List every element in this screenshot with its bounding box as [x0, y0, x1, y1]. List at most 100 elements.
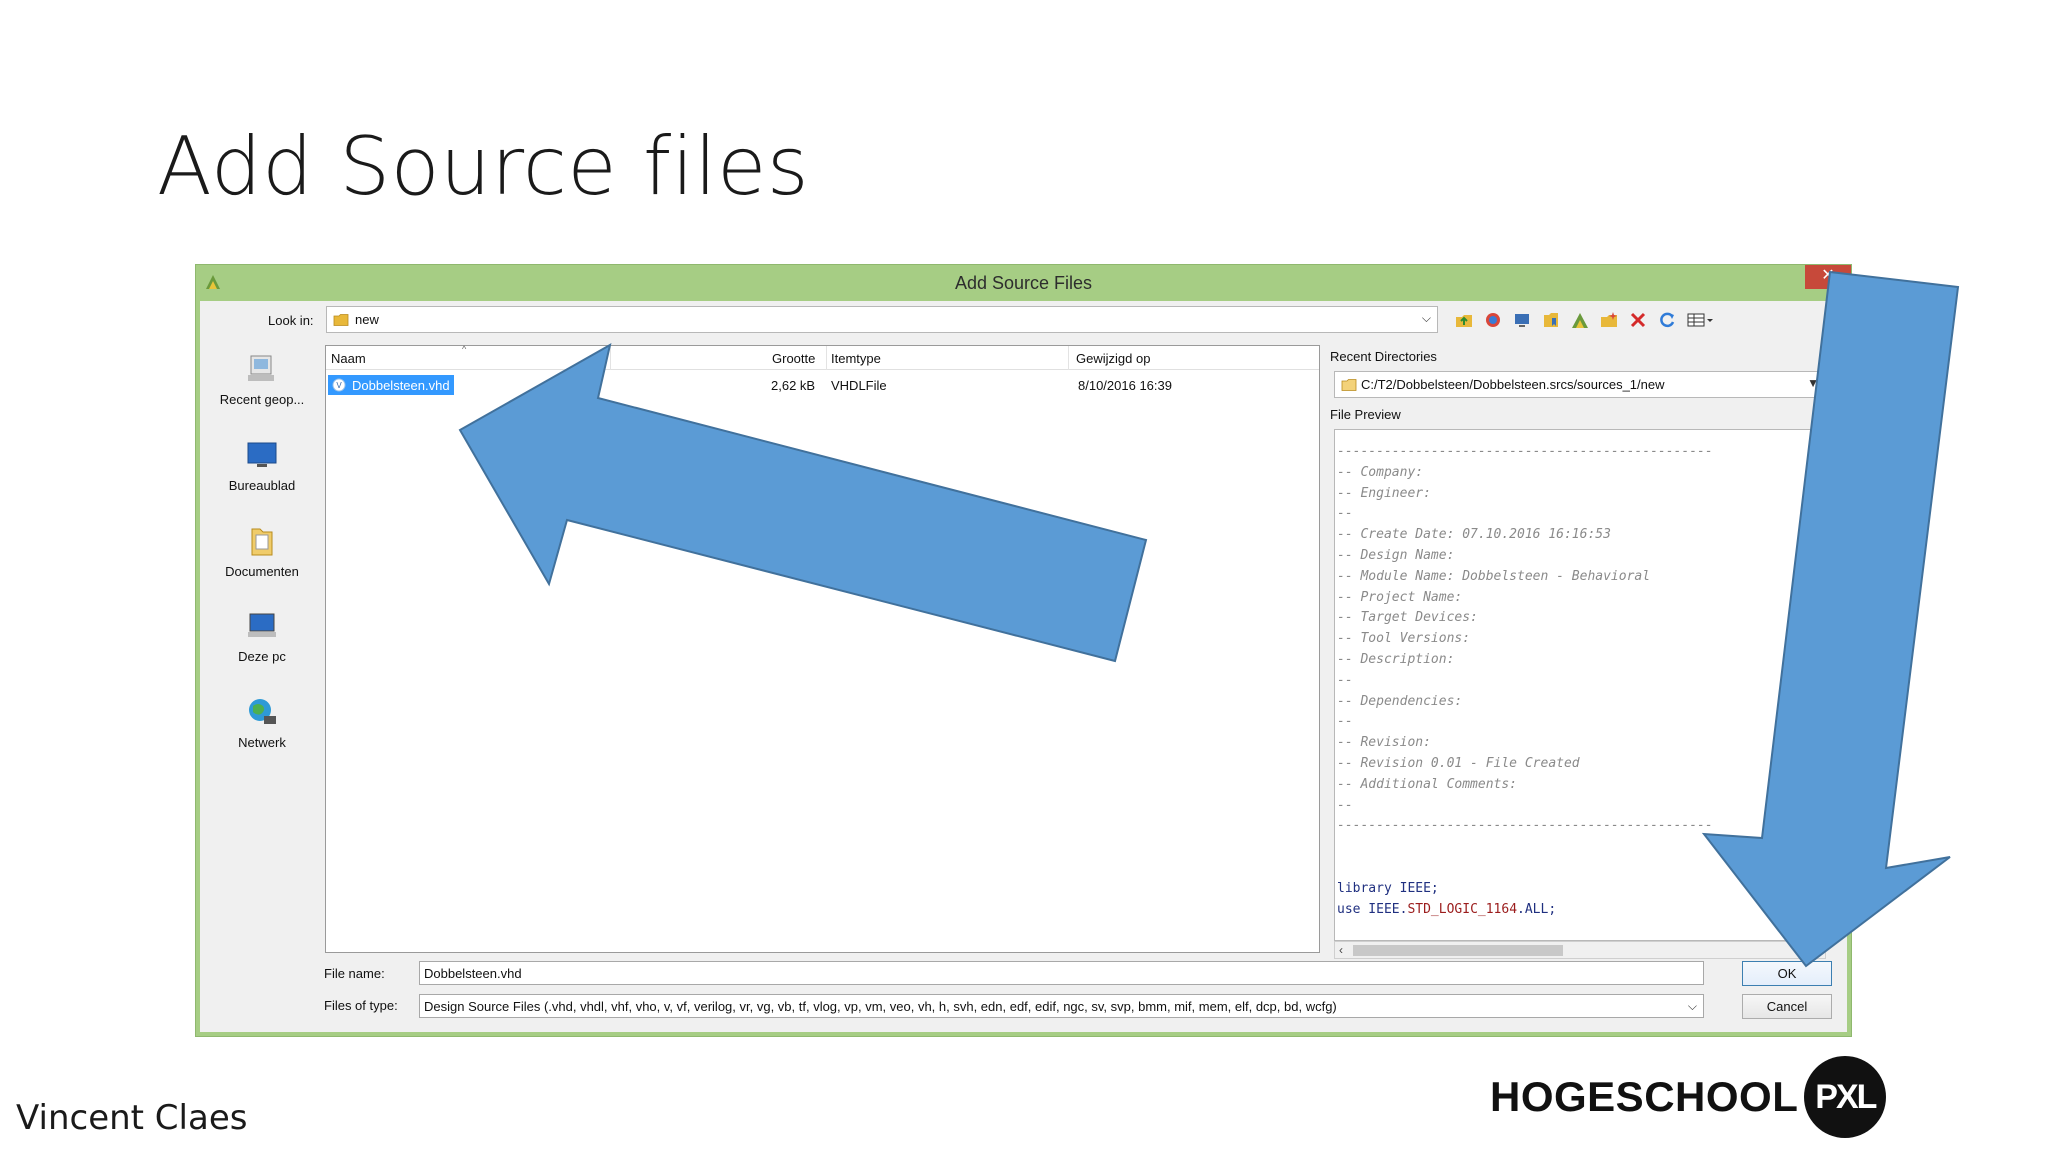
- toolbar: [1453, 307, 1715, 333]
- network-icon: [249, 699, 276, 724]
- vivado-icon[interactable]: [1569, 309, 1591, 331]
- preview-code: ----------------------------------------…: [1337, 442, 1713, 920]
- file-row[interactable]: V Dobbelsteen.vhd 2,62 kB VHDLFile 8/10/…: [326, 375, 1319, 395]
- author-name: Vincent Claes: [16, 1098, 248, 1138]
- recent-places-icon: [248, 355, 274, 381]
- column-separator: [610, 346, 611, 370]
- desktop-icon: [247, 442, 277, 467]
- refresh-icon[interactable]: [1656, 309, 1678, 331]
- preview-line: -- Company:: [1337, 464, 1424, 480]
- code-line-library: library IEEE;: [1337, 880, 1439, 896]
- ok-button[interactable]: OK: [1742, 961, 1832, 986]
- svg-text:V: V: [336, 381, 342, 390]
- cancel-button[interactable]: Cancel: [1742, 994, 1832, 1019]
- folder-icon: [1341, 378, 1357, 391]
- preview-line: -- Target Devices:: [1337, 610, 1478, 626]
- slide-title: Add Source files: [157, 120, 810, 213]
- preview-line: -- Tool Versions:: [1337, 631, 1471, 647]
- files-of-type-label: Files of type:: [324, 998, 398, 1013]
- file-name-field[interactable]: Dobbelsteen.vhd: [419, 961, 1704, 985]
- place-recent[interactable]: Recent geop...: [206, 353, 318, 407]
- recent-directory-value: C:/T2/Dobbelsteen/Dobbelsteen.srcs/sourc…: [1361, 377, 1665, 392]
- preview-line: -- Design Name:: [1337, 547, 1455, 563]
- place-label: Documenten: [225, 564, 299, 579]
- column-size[interactable]: Grootte: [772, 351, 815, 366]
- desktop-icon[interactable]: [1511, 309, 1533, 331]
- view-menu-icon[interactable]: [1685, 309, 1715, 331]
- file-list[interactable]: Naam ^ Grootte Itemtype Gewijzigd op V D…: [325, 344, 1320, 953]
- look-in-label: Look in:: [268, 313, 314, 328]
- preview-line: -- Revision 0.01 - File Created: [1337, 755, 1580, 771]
- preview-line: --: [1337, 672, 1353, 688]
- chevron-down-icon: ⌵: [1421, 311, 1431, 325]
- column-modified[interactable]: Gewijzigd op: [1076, 351, 1150, 366]
- logo-badge: PXL: [1804, 1056, 1887, 1138]
- new-folder-icon[interactable]: [1598, 309, 1620, 331]
- preview-line: ----------------------------------------…: [1337, 818, 1713, 834]
- file-preview[interactable]: ----------------------------------------…: [1334, 429, 1826, 941]
- this-pc-icon: [248, 613, 276, 637]
- file-size: 2,62 kB: [771, 378, 816, 393]
- place-label: Deze pc: [238, 649, 286, 664]
- column-separator: [1068, 346, 1069, 370]
- preview-line: ----------------------------------------…: [1337, 444, 1713, 459]
- place-this-pc[interactable]: Deze pc: [206, 610, 318, 664]
- dialog-title: Add Source Files: [954, 273, 1093, 293]
- file-type: VHDLFile: [831, 378, 887, 393]
- file-name-label: File name:: [324, 966, 385, 981]
- code-line-use-highlight: STD_LOGIC_1164: [1407, 901, 1518, 917]
- vhdl-file-icon: V: [332, 378, 346, 392]
- code-line-use-suffix: .ALL;: [1517, 901, 1557, 917]
- preview-line: -- Description:: [1337, 651, 1455, 667]
- add-source-files-dialog: Add Source Files ✕ Look in: new ⌵ Recent…: [195, 264, 1852, 1037]
- preview-line: -- Engineer:: [1337, 485, 1431, 501]
- place-label: Netwerk: [238, 735, 286, 750]
- dialog-titlebar[interactable]: Add Source Files ✕: [196, 265, 1851, 301]
- documents-icon: [251, 528, 273, 556]
- chevron-down-icon: ⌵: [1687, 999, 1697, 1013]
- close-button[interactable]: ✕: [1805, 265, 1851, 289]
- recent-directories-label: Recent Directories: [1330, 349, 1437, 364]
- preview-line: -- Revision:: [1337, 735, 1431, 751]
- chevron-left-icon[interactable]: ‹: [1339, 943, 1343, 957]
- folder-icon: [333, 313, 349, 326]
- bookmark-icon[interactable]: [1540, 309, 1562, 331]
- preview-line: -- Dependencies:: [1337, 693, 1463, 709]
- column-name[interactable]: Naam: [331, 351, 366, 366]
- file-modified: 8/10/2016 16:39: [1078, 378, 1172, 393]
- place-label: Bureaublad: [228, 478, 296, 493]
- place-desktop[interactable]: Bureaublad: [206, 439, 318, 493]
- file-name: Dobbelsteen.vhd: [352, 377, 450, 393]
- up-folder-icon[interactable]: [1453, 309, 1475, 331]
- file-name-selected[interactable]: V Dobbelsteen.vhd: [328, 375, 454, 395]
- preview-line: --: [1337, 506, 1353, 522]
- preview-comment-lines: ----------------------------------------…: [1337, 442, 1713, 837]
- hogeschool-pxl-logo: HOGESCHOOL PXL: [1490, 1055, 1887, 1139]
- sort-ascending-icon: ^: [462, 344, 467, 354]
- preview-line: -- Additional Comments:: [1337, 776, 1518, 792]
- place-documents[interactable]: Documenten: [206, 525, 318, 579]
- file-list-header: Naam ^ Grootte Itemtype Gewijzigd op: [326, 344, 1319, 370]
- files-of-type-value: Design Source Files (.vhd, vhdl, vhf, vh…: [424, 999, 1337, 1014]
- files-of-type-dropdown[interactable]: Design Source Files (.vhd, vhdl, vhf, vh…: [419, 994, 1704, 1018]
- column-separator: [826, 346, 827, 370]
- scrollbar-thumb[interactable]: [1353, 945, 1563, 956]
- look-in-value: new: [355, 312, 379, 327]
- preview-line: -- Module Name: Dobbelsteen - Behavioral: [1337, 568, 1651, 584]
- place-network[interactable]: Netwerk: [206, 696, 318, 750]
- preview-horizontal-scrollbar[interactable]: ‹: [1334, 941, 1826, 959]
- recent-directories-dropdown[interactable]: C:/T2/Dobbelsteen/Dobbelsteen.srcs/sourc…: [1334, 371, 1826, 398]
- place-label: Recent geop...: [219, 392, 305, 407]
- places-bar: Recent geop... Bureaublad Documenten Dez…: [200, 353, 322, 873]
- preview-line: -- Project Name:: [1337, 589, 1463, 605]
- dialog-body: Look in: new ⌵ Recent geop... Bureaublad…: [200, 301, 1847, 1032]
- delete-icon[interactable]: [1627, 309, 1649, 331]
- web-icon[interactable]: [1482, 309, 1504, 331]
- logo-text: HOGESCHOOL: [1490, 1073, 1799, 1120]
- look-in-dropdown[interactable]: new ⌵: [326, 306, 1438, 333]
- preview-line: --: [1337, 714, 1353, 730]
- code-line-use-prefix: use IEEE.: [1337, 901, 1408, 917]
- column-type[interactable]: Itemtype: [831, 351, 881, 366]
- preview-line: -- Create Date: 07.10.2016 16:16:53: [1337, 527, 1611, 543]
- file-preview-label: File Preview: [1330, 407, 1401, 422]
